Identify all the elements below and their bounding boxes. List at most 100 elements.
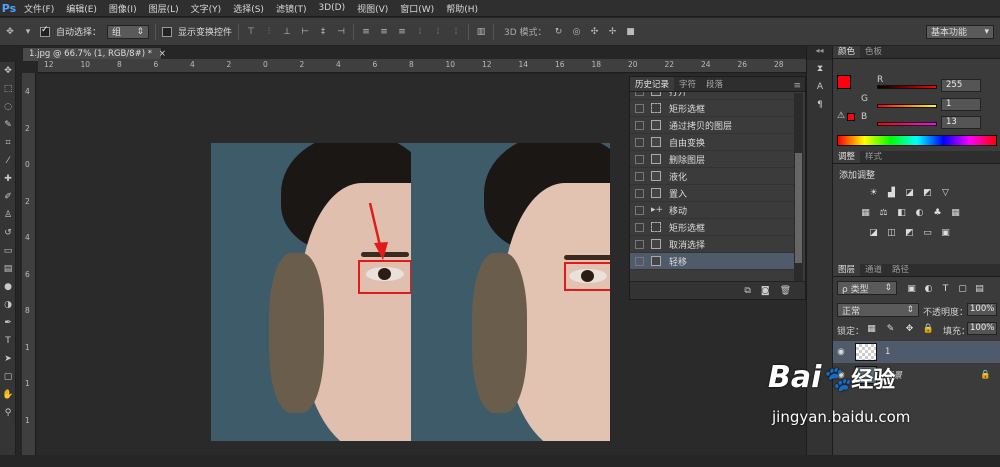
character-panel-icon[interactable]: A	[807, 78, 833, 96]
history-item[interactable]: 取消选择	[630, 236, 795, 253]
trash-icon[interactable]: 🗑	[780, 286, 791, 296]
history-state-checkbox[interactable]	[635, 137, 644, 147]
menu-file[interactable]: 文件(F)	[18, 2, 60, 15]
blend-mode-dropdown[interactable]: 正常 ⇕	[837, 303, 919, 317]
foreground-swatch[interactable]	[837, 75, 851, 89]
lock-position-icon[interactable]: ✥	[903, 322, 916, 335]
align-vcenter-icon[interactable]: ⫶	[263, 26, 275, 38]
adjustment-filter-icon[interactable]: ◐	[922, 282, 935, 295]
hand-tool-icon[interactable]: ✋	[0, 386, 16, 404]
tab-color[interactable]: 颜色	[833, 46, 861, 58]
history-item[interactable]: 矩形选框	[630, 219, 795, 236]
b-value-field[interactable]: 13	[941, 116, 981, 129]
history-state-checkbox[interactable]	[635, 188, 644, 198]
panel-menu-icon[interactable]: ≡	[793, 81, 805, 91]
tab-swatches[interactable]: 色板	[860, 46, 887, 58]
exposure-icon[interactable]: ◩	[921, 186, 934, 199]
auto-select-checkbox[interactable]	[40, 25, 50, 37]
quick-select-tool-icon[interactable]: ✎	[0, 116, 16, 134]
menu-3d[interactable]: 3D(D)	[312, 3, 351, 13]
tab-adjustments[interactable]: 调整	[833, 151, 861, 163]
levels-icon[interactable]: ▟	[885, 186, 898, 199]
r-value-field[interactable]: 255	[941, 79, 981, 92]
type-filter-icon[interactable]: T	[939, 282, 952, 295]
menu-help[interactable]: 帮助(H)	[440, 2, 484, 15]
eyedropper-tool-icon[interactable]: ⁄	[0, 152, 16, 170]
align-hcenter-icon[interactable]: ‡	[317, 26, 329, 38]
align-top-icon[interactable]: ⊤	[245, 26, 257, 38]
type-tool-icon[interactable]: T	[0, 332, 16, 350]
curves-icon[interactable]: ◪	[903, 186, 916, 199]
history-item[interactable]: 自由变换	[630, 134, 795, 151]
history-state-checkbox[interactable]	[635, 154, 644, 164]
crop-tool-icon[interactable]: ⌗	[0, 134, 16, 152]
lock-image-icon[interactable]: ✎	[884, 322, 897, 335]
distribute-hcenter-icon[interactable]: ⦙	[432, 26, 444, 38]
distribute-bottom-icon[interactable]: ≡	[396, 26, 408, 38]
distribute-top-icon[interactable]: ≡	[360, 26, 372, 38]
brush-tool-icon[interactable]: ✐	[0, 188, 16, 206]
pen-tool-icon[interactable]: ✒	[0, 314, 16, 332]
fill-field[interactable]: 100%	[967, 322, 997, 335]
menu-filter[interactable]: 滤镜(T)	[270, 2, 313, 15]
pixel-filter-icon[interactable]: ▣	[905, 282, 918, 295]
menu-window[interactable]: 窗口(W)	[394, 2, 440, 15]
photo-filter-icon[interactable]: ◐	[913, 206, 926, 219]
history-state-checkbox[interactable]	[635, 92, 644, 96]
shape-tool-icon[interactable]: ▢	[0, 368, 16, 386]
distribute-vcenter-icon[interactable]: ≡	[378, 26, 390, 38]
history-item[interactable]: 通过拷贝的图层	[630, 117, 795, 134]
channel-mixer-icon[interactable]: ♣	[931, 206, 944, 219]
gradient-tool-icon[interactable]: ▤	[0, 260, 16, 278]
rotate-3d-icon[interactable]: ↻	[553, 26, 565, 38]
layer-filter-dropdown[interactable]: ρ 类型 ⇕	[837, 281, 897, 295]
paragraph-panel-icon[interactable]: ¶	[807, 96, 833, 114]
history-state-checkbox[interactable]	[635, 222, 644, 232]
tab-channels[interactable]: 通道	[860, 264, 887, 276]
vibrance-icon[interactable]: ▽	[939, 186, 952, 199]
history-state-checkbox[interactable]	[635, 205, 644, 215]
layer-name[interactable]: 1	[885, 347, 890, 357]
align-bottom-icon[interactable]: ⊥	[281, 26, 293, 38]
eye-icon[interactable]: ◉	[833, 347, 849, 357]
eraser-tool-icon[interactable]: ▭	[0, 242, 16, 260]
history-item-selected[interactable]: 轻移	[630, 253, 795, 270]
history-item[interactable]: ▸+ 移动	[630, 202, 795, 219]
tab-paragraph[interactable]: 段落	[701, 77, 728, 91]
g-slider[interactable]	[877, 104, 937, 108]
distribute-left-icon[interactable]: ⦙	[414, 26, 426, 38]
collapse-icon[interactable]: ◂◂	[807, 46, 832, 60]
gradient-map-icon[interactable]: ▭	[921, 226, 934, 239]
history-brush-tool-icon[interactable]: ↺	[0, 224, 16, 242]
menu-view[interactable]: 视图(V)	[351, 2, 394, 15]
roll-3d-icon[interactable]: ◎	[571, 26, 583, 38]
close-icon[interactable]: ×	[159, 49, 166, 59]
history-item[interactable]: 删除图层	[630, 151, 795, 168]
invert-icon[interactable]: ◪	[867, 226, 880, 239]
tab-paths[interactable]: 路径	[887, 264, 914, 276]
color-lookup-icon[interactable]: ▦	[949, 206, 962, 219]
gamut-swatch[interactable]	[847, 113, 855, 121]
menu-type[interactable]: 文字(Y)	[185, 2, 228, 15]
chevron-down-icon[interactable]: ▾	[22, 26, 34, 38]
selective-color-icon[interactable]: ▣	[939, 226, 952, 239]
align-left-icon[interactable]: ⊢	[299, 26, 311, 38]
blur-tool-icon[interactable]: ●	[0, 278, 16, 296]
history-panel-icon[interactable]: ⧗	[807, 60, 833, 78]
tab-history[interactable]: 历史记录	[630, 77, 675, 91]
move-tool-icon[interactable]: ✥	[0, 62, 16, 80]
slide-3d-icon[interactable]: ✢	[607, 26, 619, 38]
history-item[interactable]: 打开	[630, 92, 795, 100]
marquee-tool-icon[interactable]: ⬚	[0, 80, 16, 98]
new-document-icon[interactable]: ⧉	[744, 286, 750, 296]
black-white-icon[interactable]: ◧	[895, 206, 908, 219]
align-right-icon[interactable]: ⊣	[335, 26, 347, 38]
path-select-tool-icon[interactable]: ➤	[0, 350, 16, 368]
history-item[interactable]: 矩形选框	[630, 100, 795, 117]
lasso-tool-icon[interactable]: ◌	[0, 98, 16, 116]
history-scrollbar[interactable]	[794, 93, 803, 281]
distribute-right-icon[interactable]: ⦙	[450, 26, 462, 38]
history-state-checkbox[interactable]	[635, 256, 644, 266]
auto-align-icon[interactable]: ▥	[475, 26, 487, 38]
history-state-checkbox[interactable]	[635, 103, 644, 113]
